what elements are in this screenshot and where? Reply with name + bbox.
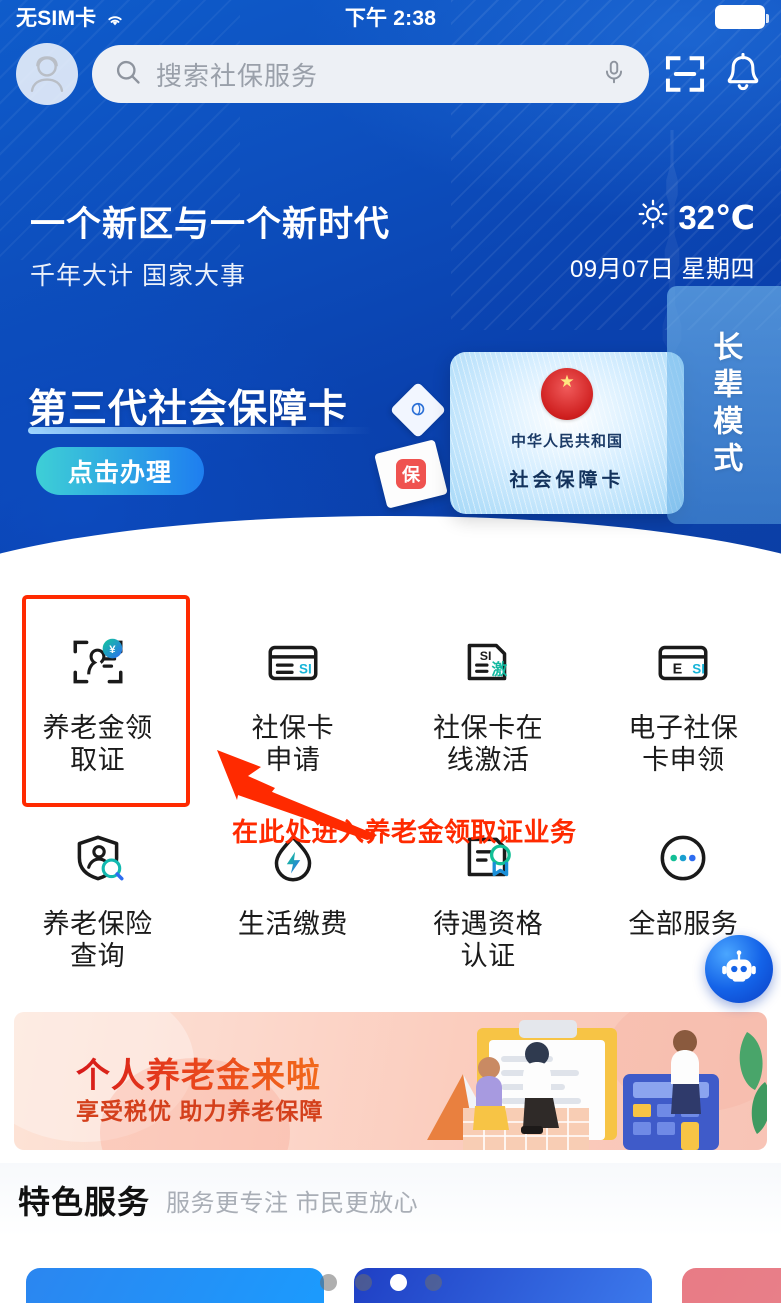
service-item-pension-query[interactable]: 养老保险 查询 (0, 788, 195, 984)
search-input[interactable]: 搜索社保服务 (92, 45, 649, 103)
electronic-card-icon: E SI (651, 630, 715, 694)
carousel-dot[interactable] (425, 1274, 442, 1291)
service-item-ss-card-apply[interactable]: SI 社保卡 申请 (195, 592, 390, 788)
stamp-label: 保 (396, 459, 426, 489)
banner-carousel-dots[interactable] (320, 1274, 442, 1291)
status-bar-right (715, 5, 769, 29)
search-icon (114, 58, 142, 91)
sscard-country-line: 中华人民共和国 (510, 433, 623, 450)
featured-card-unit-social-security[interactable]: 单位社保 (26, 1268, 324, 1303)
sscard-title-line: 社会保障卡 (509, 470, 625, 491)
carousel-dot-active[interactable] (390, 1274, 407, 1291)
hero-subtitle: 千年大计 国家大事 (30, 262, 246, 290)
service-label: 待遇资格 认证 (433, 909, 544, 972)
card-activate-icon: SI 激 (456, 630, 520, 694)
promo-apply-button[interactable]: 点击办理 (36, 447, 204, 495)
service-label: 社保卡 申请 (251, 713, 335, 776)
carousel-dot[interactable] (355, 1274, 372, 1291)
weather-date: 09月07日 星期四 (569, 256, 755, 283)
service-label: 社保卡在 线激活 (433, 713, 544, 776)
notification-bell-icon[interactable] (721, 52, 765, 96)
weather-widget[interactable]: 32℃ 09月07日 星期四 (570, 198, 755, 284)
weather-temperature-row: 32℃ (570, 198, 755, 237)
pension-certificate-icon: ¥ (66, 630, 130, 694)
user-avatar-icon[interactable] (16, 43, 78, 105)
promo-banner[interactable]: 个人养老金来啦 享受税优 助力养老保障 (14, 1012, 767, 1150)
service-item-electronic-card[interactable]: E SI 电子社保 卡申领 (586, 592, 781, 788)
service-item-pension-certificate[interactable]: ¥ 养老金领 取证 (0, 592, 195, 807)
status-bar: 无SIM卡 下午 2:38 (0, 0, 781, 34)
robot-chat-icon[interactable] (705, 935, 773, 1003)
banner-illustration (427, 1012, 767, 1150)
service-label: 电子社保 卡申领 (628, 713, 739, 776)
scan-qr-icon[interactable] (663, 52, 707, 96)
featured-services-header: 特色服务 服务更专注 市民更放心 (0, 1163, 781, 1237)
svg-text:SI: SI (299, 661, 312, 676)
elder-mode-label: 长辈模式 (708, 331, 742, 479)
svg-text:E: E (673, 661, 683, 677)
battery-full-icon (715, 5, 769, 29)
banner-subtitle: 享受税优 助力养老保障 (76, 1098, 324, 1124)
elder-mode-button[interactable]: 长辈模式 (667, 286, 781, 524)
svg-text:激: 激 (492, 659, 508, 678)
svg-text:¥: ¥ (109, 644, 116, 656)
featured-card-personal-business[interactable]: 个人业 (682, 1268, 781, 1303)
svg-text:SI: SI (693, 661, 706, 676)
sun-icon (638, 199, 668, 237)
service-label: 生活缴费 (237, 909, 348, 939)
service-label: 养老保险 查询 (42, 909, 153, 972)
national-emblem-icon (541, 368, 593, 420)
section-subtitle: 服务更专注 市民更放心 (166, 1189, 419, 1217)
pension-query-icon (66, 826, 130, 890)
promo-title: 第三代社会保障卡 (28, 388, 349, 431)
hero-curve-mask (0, 516, 781, 566)
service-label: 全部服务 (628, 909, 739, 939)
weather-temperature: 32℃ (678, 199, 755, 236)
section-title: 特色服务 (18, 1184, 151, 1220)
service-label: 养老金领 取证 (42, 713, 153, 776)
microphone-icon[interactable] (601, 59, 627, 90)
app-root: 无SIM卡 下午 2:38 搜索社保服务 一个新区与一个新时代 千年大计 国家大… (0, 0, 781, 1303)
social-security-card-image: 中华人民共和国 社会保障卡 (450, 352, 684, 514)
service-item-ss-card-activate[interactable]: SI 激 社保卡在 线激活 (391, 592, 586, 788)
svg-text:SI: SI (480, 649, 492, 663)
hero-title: 一个新区与一个新时代 (30, 205, 391, 244)
header-search-row: 搜索社保服务 (0, 40, 781, 108)
search-placeholder: 搜索社保服务 (156, 60, 319, 91)
social-security-card-icon: SI (261, 630, 325, 694)
service-grid: ¥ 养老金领 取证 SI 社保卡 申请 SI 激 社保卡在 线激活 E SI 电… (0, 592, 781, 984)
banner-title: 个人养老金来啦 (76, 1048, 321, 1097)
more-services-icon (651, 826, 715, 890)
status-bar-clock: 下午 2:38 (344, 7, 437, 30)
annotation-text: 在此处进入养老金领取证业务 (232, 817, 577, 847)
carousel-dot[interactable] (320, 1274, 337, 1291)
